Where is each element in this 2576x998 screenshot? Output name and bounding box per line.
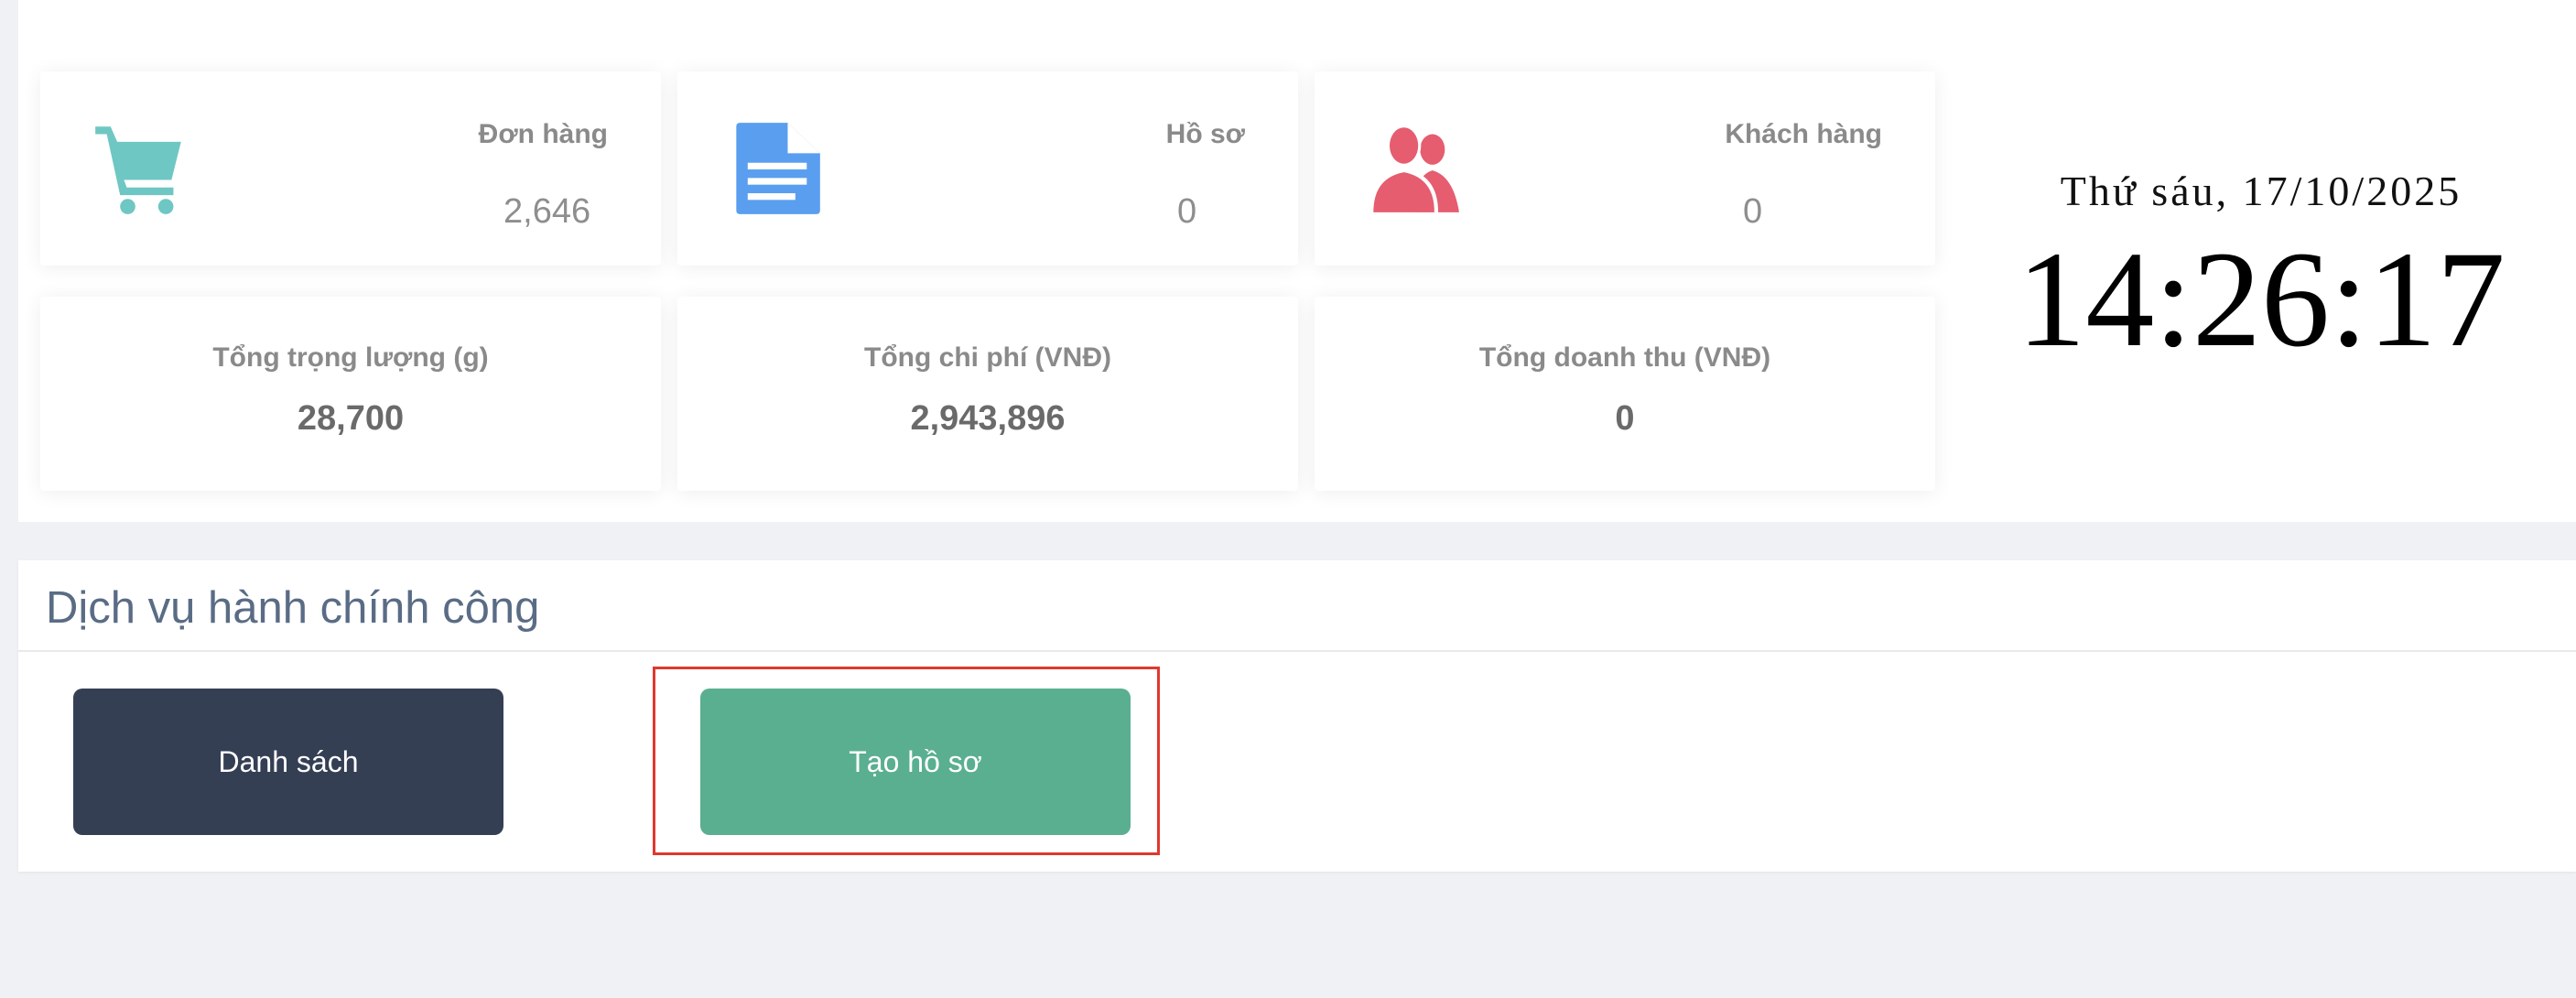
clock-date: Thứ sáu, 17/10/2025 xyxy=(2060,168,2462,214)
total-revenue-label: Tổng doanh thu (VNĐ) xyxy=(1478,342,1771,373)
services-panel: Dịch vụ hành chính công Danh sách Tạo hồ… xyxy=(18,560,2576,872)
total-revenue-card: Tổng doanh thu (VNĐ) 0 xyxy=(1315,297,1935,491)
total-cost-label: Tổng chi phí (VNĐ) xyxy=(864,342,1111,373)
orders-label: Đơn hàng xyxy=(478,119,608,149)
total-cost-value: 2,943,896 xyxy=(910,399,1066,438)
orders-value: 2,646 xyxy=(503,192,591,231)
records-card[interactable]: Hồ sơ 0 xyxy=(677,71,1298,266)
records-label: Hồ sơ xyxy=(1165,119,1245,149)
total-weight-card: Tổng trọng lượng (g) 28,700 xyxy=(40,297,661,491)
list-button[interactable]: Danh sách xyxy=(73,689,503,835)
users-icon xyxy=(1369,125,1459,212)
records-value: 0 xyxy=(1177,192,1197,231)
services-title: Dịch vụ hành chính công xyxy=(46,583,540,633)
total-cost-card: Tổng chi phí (VNĐ) 2,943,896 xyxy=(677,297,1298,491)
total-weight-value: 28,700 xyxy=(297,399,405,438)
customers-label: Khách hàng xyxy=(1725,119,1882,149)
orders-card[interactable]: Đơn hàng 2,646 xyxy=(40,71,661,266)
customers-value: 0 xyxy=(1743,192,1763,231)
total-weight-label: Tổng trọng lượng (g) xyxy=(212,342,489,373)
shopping-cart-icon xyxy=(95,126,181,214)
clock-time: 14:26:17 xyxy=(2017,223,2506,375)
document-icon xyxy=(736,123,820,214)
services-divider xyxy=(18,650,2576,652)
total-revenue-value: 0 xyxy=(1615,399,1635,438)
create-record-button[interactable]: Tạo hồ sơ xyxy=(700,689,1131,835)
customers-card[interactable]: Khách hàng 0 xyxy=(1315,71,1935,266)
